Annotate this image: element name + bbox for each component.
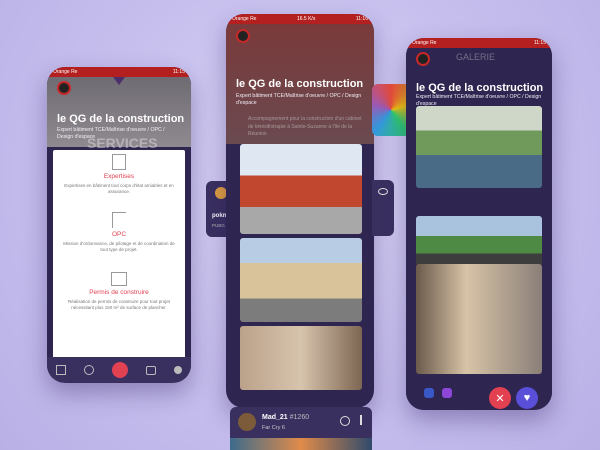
service-title: Permis de construire	[89, 289, 149, 296]
center-phone: Orange Re 16.5 K/s 11:16 le QG de la con…	[226, 14, 374, 408]
left-bottom-nav	[47, 357, 191, 383]
right-header: GALERIE le QG de la construction Expert …	[406, 48, 552, 107]
left-header: le QG de la construction Expert bâtiment…	[47, 77, 191, 151]
service-desc: Mission d'ordonnance, de pilotage et de …	[63, 241, 175, 253]
service-desc: Réalisation de permis de construire pour…	[67, 299, 171, 311]
username-text: Mad_21	[262, 414, 288, 421]
service-title: Expertises	[103, 173, 135, 180]
banner-image	[230, 438, 372, 450]
people-icon[interactable]	[84, 365, 94, 375]
company-logo	[57, 81, 71, 95]
time-label: 11:16	[355, 16, 368, 22]
user-tag: #1260	[289, 414, 310, 421]
building-icon	[112, 154, 126, 170]
services-banner-text: SERVICES	[87, 135, 158, 151]
right-header-title: le QG de la construction	[416, 82, 544, 94]
gallery-photo-3[interactable]	[416, 264, 542, 374]
carrier-label: Orange Re	[53, 69, 78, 75]
carrier-label: Orange Re	[232, 16, 257, 22]
gallery-photo-1[interactable]	[240, 144, 362, 234]
service-desc: Expertises en bâtiment tout corps d'état…	[64, 183, 174, 195]
right-status-bar: Orange Re 11:15	[406, 38, 552, 48]
center-header-title: le QG de la construction	[236, 78, 364, 90]
company-logo	[236, 29, 250, 43]
time-label: 11:15	[533, 40, 546, 46]
left-phone: Orange Re 11:15 le QG de la construction…	[47, 67, 191, 383]
center-status-bar: Orange Re 16.5 K/s 11:16	[226, 14, 374, 24]
playstation-icon	[424, 388, 434, 398]
twitch-icon	[442, 388, 452, 398]
company-logo	[416, 52, 430, 66]
chat-icon[interactable]	[146, 365, 156, 375]
time-label: 11:15	[172, 69, 185, 75]
faded-heading: GALERIE	[456, 52, 496, 62]
game-title: Far Cry 6	[262, 425, 285, 431]
like-button[interactable]: ♥	[516, 387, 538, 409]
crane-icon	[112, 212, 126, 228]
center-header-subtitle: Expert bâtiment TCE/Maîtrise d'oeuvre / …	[236, 93, 362, 107]
left-header-title: le QG de la construction	[57, 113, 185, 125]
username: Mad_21 #1260	[262, 414, 309, 421]
gamepad-icon[interactable]	[112, 362, 128, 378]
gallery-photo-3[interactable]	[240, 326, 362, 390]
gallery-photo-2[interactable]	[416, 216, 542, 266]
more-options-icon[interactable]	[360, 415, 362, 425]
service-title: OPC	[111, 231, 127, 238]
right-phone: Orange Re 11:15 GALERIE le QG de la cons…	[406, 38, 552, 410]
project-description: Accompagnement pour la construction d'un…	[248, 116, 362, 137]
side-card-fragment[interactable]	[372, 180, 394, 236]
collapse-chevron-icon[interactable]	[113, 77, 125, 85]
eye-icon	[378, 188, 388, 195]
bottom-profile-card[interactable]: Mad_21 #1260 Far Cry 6	[230, 407, 372, 450]
profile-icon[interactable]	[174, 366, 182, 374]
service-opc[interactable]: OPC Mission d'ordonnance, de pilotage et…	[53, 212, 185, 254]
document-icon	[111, 272, 127, 286]
colorful-thumbnail[interactable]	[372, 84, 410, 136]
gallery-photo-2[interactable]	[240, 238, 362, 322]
gallery-photo-1[interactable]	[416, 106, 542, 188]
carrier-label: Orange Re	[412, 40, 437, 46]
service-permis[interactable]: Permis de construire Réalisation de perm…	[53, 272, 185, 312]
center-header: le QG de la construction Expert bâtiment…	[226, 24, 374, 144]
network-speed: 16.5 K/s	[296, 16, 316, 22]
left-content: Expertises Expertises en bâtiment tout c…	[53, 150, 185, 383]
left-status-bar: Orange Re 11:15	[47, 67, 191, 77]
reject-button[interactable]: ✕	[489, 387, 511, 409]
avatar	[238, 413, 256, 431]
service-expertises[interactable]: Expertises Expertises en bâtiment tout c…	[53, 154, 185, 196]
add-user-icon[interactable]	[340, 416, 350, 426]
image-icon[interactable]	[56, 365, 66, 375]
